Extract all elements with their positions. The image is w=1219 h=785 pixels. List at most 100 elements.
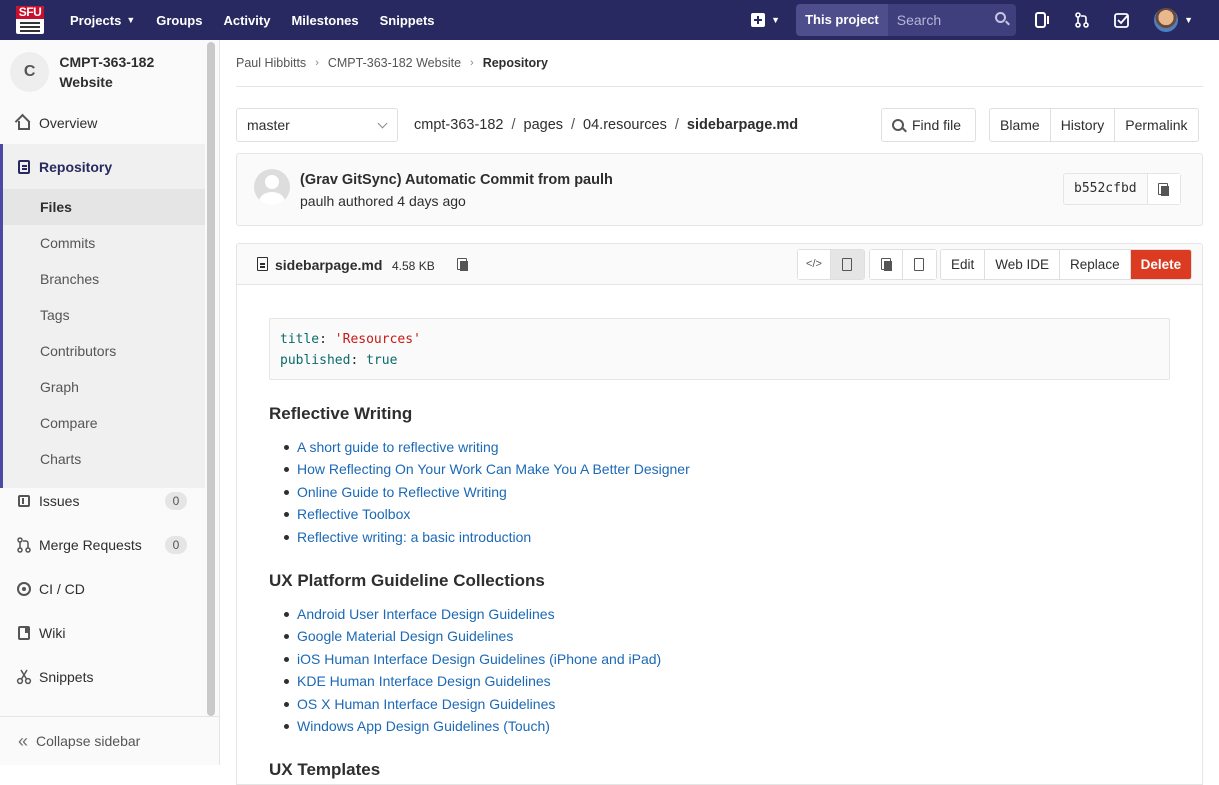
main-content: Paul Hibbitts › CMPT-363-182 Website › R… (236, 40, 1203, 785)
viewer-toggle: </> (797, 249, 865, 280)
path-root[interactable]: cmpt-363-182 (414, 117, 503, 133)
search-scope-badge[interactable]: This project (796, 4, 888, 36)
sidebar-item-contributors[interactable]: Contributors (0, 333, 205, 369)
commit-title[interactable]: (Grav GitSync) Automatic Commit from pau… (300, 172, 613, 188)
resource-link[interactable]: Online Guide to Reflective Writing (297, 484, 507, 500)
resource-link[interactable]: Android User Interface Design Guidelines (297, 606, 555, 622)
copy-source-button[interactable] (870, 250, 903, 279)
collapse-sidebar-button[interactable]: « Collapse sidebar (0, 716, 219, 765)
find-file-button[interactable]: Find file (881, 108, 976, 142)
permalink-button[interactable]: Permalink (1115, 109, 1197, 141)
search-input[interactable]: Search (887, 4, 1017, 36)
copy-sha-button[interactable] (1147, 174, 1180, 204)
sidebar-item-commits[interactable]: Commits (0, 225, 205, 261)
sidebar-item-overview[interactable]: Overview (0, 101, 205, 145)
delete-button[interactable]: Delete (1130, 250, 1192, 279)
file-icon (257, 257, 268, 271)
web-ide-button[interactable]: Web IDE (985, 250, 1061, 279)
replace-button[interactable]: Replace (1060, 250, 1131, 279)
doc-icon (16, 159, 32, 175)
list-item: OS X Human Interface Design Guidelines (281, 693, 1170, 715)
sidebar-item-label: Overview (39, 115, 98, 131)
breadcrumb-current[interactable]: Repository (483, 56, 548, 70)
branch-select[interactable]: master (236, 108, 398, 142)
sfu-logo[interactable]: SFU (16, 6, 44, 34)
resource-link[interactable]: iOS Human Interface Design Guidelines (i… (297, 651, 661, 667)
breadcrumb-user[interactable]: Paul Hibbitts (236, 56, 306, 70)
file-path: cmpt-363-182 / pages / 04.resources / sideb… (414, 117, 798, 133)
nav-groups[interactable]: Groups (156, 13, 202, 28)
merge-request-icon[interactable] (1074, 12, 1090, 28)
user-avatar[interactable] (1154, 8, 1179, 32)
file-header: sidebarpage.md 4.58 KB </> Edit Web IDE … (236, 243, 1203, 285)
search-form: This project Search (796, 4, 1017, 36)
scissors-icon (16, 669, 32, 685)
chevron-down-icon: ▼ (771, 15, 781, 25)
nav-milestones[interactable]: Milestones (291, 13, 358, 28)
plus-icon (751, 13, 766, 27)
home-icon (14, 113, 32, 131)
source-view-button[interactable]: </> (798, 250, 831, 279)
project-avatar: C (10, 52, 50, 92)
sidebar-item-label: Snippets (39, 669, 94, 685)
resource-link[interactable]: Reflective writing: a basic introduction (297, 529, 531, 545)
sidebar-item-snippets[interactable]: Snippets (0, 655, 205, 699)
breadcrumb-project[interactable]: CMPT-363-182 Website (328, 56, 461, 70)
resource-link[interactable]: Google Material Design Guidelines (297, 628, 513, 644)
sidebar-item-tags[interactable]: Tags (0, 297, 205, 333)
nav-projects[interactable]: Projects ▼ (70, 13, 135, 28)
blame-button[interactable]: Blame (990, 109, 1051, 141)
file-content: title: 'Resources' published: true Refle… (236, 285, 1203, 785)
project-sidebar: C CMPT-363-182 Website Overview Reposito… (0, 40, 220, 765)
sidebar-item-repository[interactable]: Repository (3, 145, 208, 189)
edit-button[interactable]: Edit (941, 250, 986, 279)
sidebar-item-compare[interactable]: Compare (0, 405, 205, 441)
sidebar-item-graph[interactable]: Graph (0, 369, 205, 405)
issues-count-badge: 0 (165, 492, 187, 510)
search-icon (995, 12, 1007, 23)
commit-meta: paulh authored 4 days ago (300, 193, 466, 209)
path-separator: / (511, 117, 516, 133)
nav-links: Projects ▼ Groups Activity Milestones Sni… (70, 13, 456, 28)
chevron-right-icon: › (470, 57, 474, 69)
path-resources[interactable]: 04.resources (583, 117, 667, 133)
chevron-right-icon: › (315, 57, 319, 69)
commit-author-avatar[interactable] (254, 169, 290, 205)
sidebar-item-branches[interactable]: Branches (0, 261, 205, 297)
resource-link[interactable]: KDE Human Interface Design Guidelines (297, 673, 551, 689)
sidebar-item-issues[interactable]: Issues 0 (0, 479, 205, 523)
sidebar-item-wiki[interactable]: Wiki (0, 611, 205, 655)
fm-key: published (280, 353, 351, 368)
fm-value: 'Resources' (334, 332, 421, 347)
list-item: Windows App Design Guidelines (Touch) (281, 715, 1170, 737)
sidebar-item-files[interactable]: Files (3, 189, 205, 225)
sidebar-project[interactable]: C CMPT-363-182 Website (0, 40, 219, 104)
todo-icon[interactable] (1114, 12, 1130, 28)
resource-link[interactable]: OS X Human Interface Design Guidelines (297, 696, 555, 712)
sidebar-item-charts[interactable]: Charts (0, 441, 205, 477)
resource-link[interactable]: Windows App Design Guidelines (Touch) (297, 718, 550, 734)
issues-icon[interactable] (1034, 12, 1050, 28)
history-button[interactable]: History (1051, 109, 1116, 141)
sidebar-item-merge-requests[interactable]: Merge Requests 0 (0, 523, 205, 567)
nav-snippets[interactable]: Snippets (380, 13, 435, 28)
copy-file-path-icon[interactable] (457, 258, 468, 271)
link-list: A short guide to reflective writing How … (269, 436, 1170, 548)
sidebar-scrollbar[interactable] (207, 42, 215, 716)
rendered-view-button[interactable] (831, 250, 864, 279)
nav-activity[interactable]: Activity (223, 13, 270, 28)
sidebar-item-cicd[interactable]: CI / CD (0, 567, 205, 611)
collapse-sidebar-label: Collapse sidebar (36, 733, 141, 749)
raw-file-icon (914, 258, 924, 271)
fm-key: title (280, 332, 320, 347)
resource-link[interactable]: A short guide to reflective writing (297, 439, 499, 455)
commit-sha[interactable]: b552cfbd (1064, 174, 1148, 204)
path-pages[interactable]: pages (524, 117, 564, 133)
nav-projects-label: Projects (70, 12, 122, 28)
new-dropdown-button[interactable]: ▼ (751, 13, 780, 27)
chevron-down-icon[interactable]: ▼ (1184, 15, 1193, 25)
resource-link[interactable]: How Reflecting On Your Work Can Make You… (297, 461, 690, 477)
resource-link[interactable]: Reflective Toolbox (297, 506, 410, 522)
markdown-body: Reflective Writing A short guide to refl… (269, 404, 1170, 780)
open-raw-button[interactable] (903, 250, 936, 279)
